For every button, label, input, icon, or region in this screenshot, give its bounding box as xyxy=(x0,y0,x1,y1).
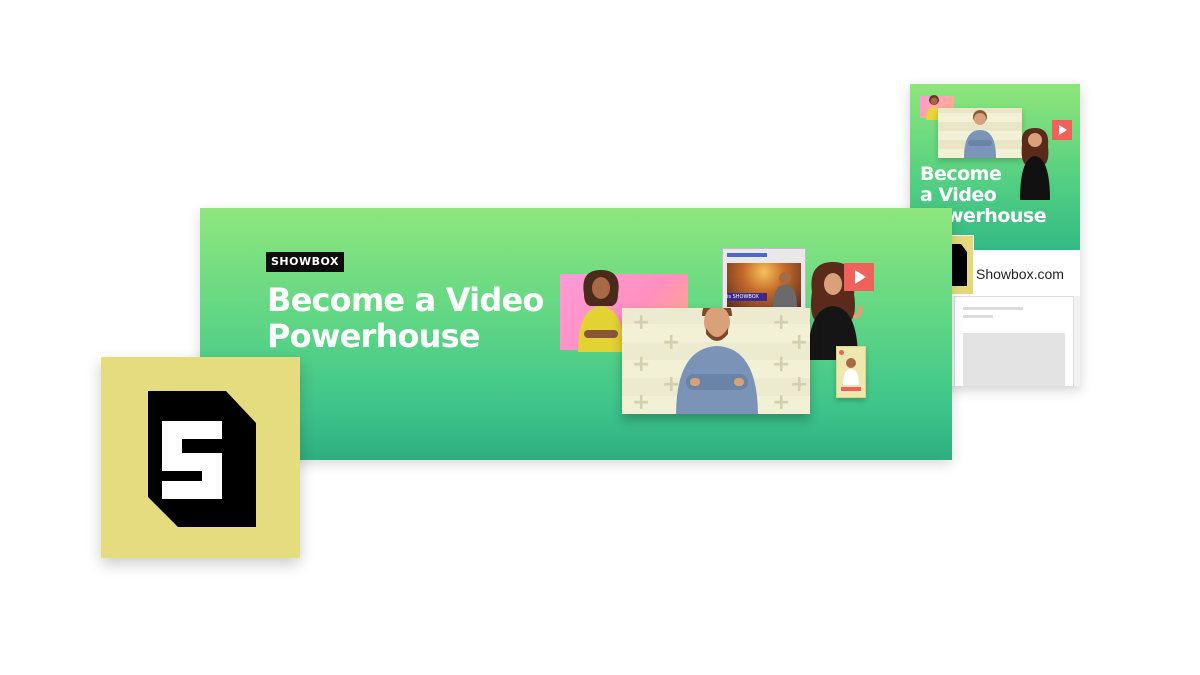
plus-pattern-icon: + xyxy=(790,330,809,355)
mobile-play-icon xyxy=(1052,120,1072,140)
phone-card-button xyxy=(841,387,861,391)
phone-person-image xyxy=(843,358,859,385)
screen-topbar xyxy=(727,253,767,257)
plus-pattern-icon: + xyxy=(632,390,651,414)
headline-line-1: Become a Video xyxy=(267,281,544,319)
video-screen-card: is SHOWBOX xyxy=(722,248,806,312)
mobile-feed-card xyxy=(954,296,1074,386)
plus-pattern-icon: + xyxy=(772,352,791,377)
showbox-brand-tag: SHOWBOX xyxy=(266,252,344,272)
headline-line-2: Powerhouse xyxy=(267,317,481,355)
mobile-title-line-2: a Video xyxy=(920,184,997,206)
showbox-s-logo-icon xyxy=(148,391,256,527)
plus-pattern-icon: + xyxy=(772,390,791,414)
plus-pattern-icon: + xyxy=(790,372,809,397)
mobile-feed-line xyxy=(963,307,1023,310)
man-crossed-arms-image xyxy=(676,308,758,414)
mobile-feed-line xyxy=(963,315,993,318)
cover-banner: SHOWBOX Become a Video Powerhouse is SHO… xyxy=(200,208,952,460)
screen-man-image xyxy=(773,272,797,307)
phone-preview-card xyxy=(836,346,866,398)
plus-pattern-icon: + xyxy=(632,352,651,377)
mobile-page-name[interactable]: Showbox.com xyxy=(976,266,1064,282)
mobile-man-image xyxy=(964,110,996,158)
plus-pattern-icon: + xyxy=(632,310,651,335)
mobile-title-line-1: Become xyxy=(920,163,1002,185)
mobile-feed-image-placeholder xyxy=(963,333,1065,386)
main-photo-card: + + + + + + + + + + xyxy=(622,308,810,414)
screen-caption: is SHOWBOX xyxy=(727,293,767,301)
plus-pattern-icon: + xyxy=(772,310,791,335)
showbox-logo-tile xyxy=(101,357,300,558)
play-icon xyxy=(844,263,874,291)
banner-headline: Become a Video Powerhouse xyxy=(267,282,577,354)
